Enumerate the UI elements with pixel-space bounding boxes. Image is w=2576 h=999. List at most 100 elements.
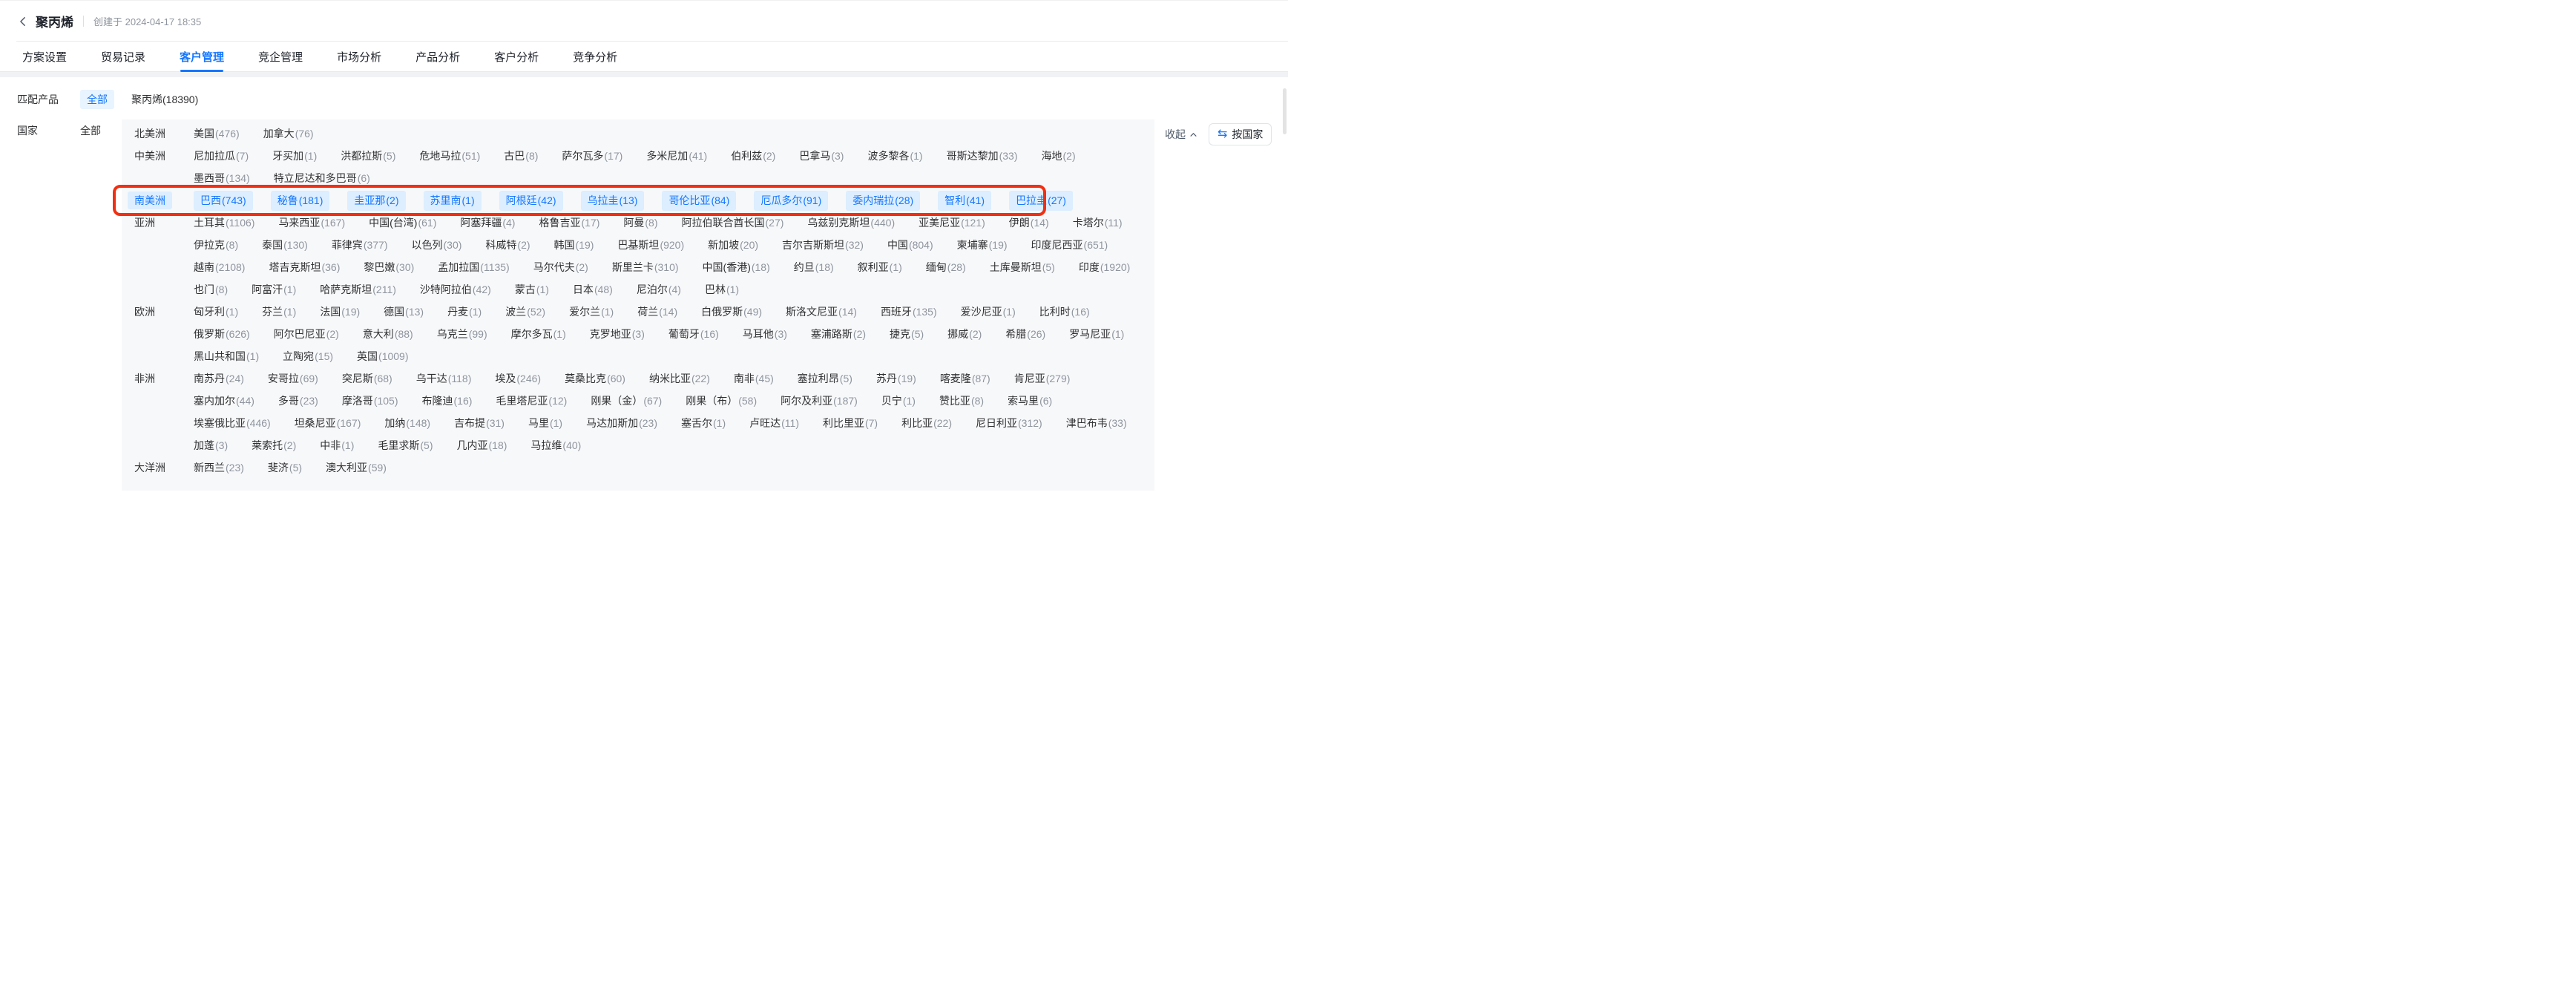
country-item[interactable]: 喀麦隆(87) bbox=[940, 371, 990, 386]
country-item[interactable]: 坦桑尼亚(167) bbox=[295, 416, 361, 430]
country-item[interactable]: 乌兹别克斯坦(440) bbox=[807, 215, 895, 230]
country-item[interactable]: 巴拿马(3) bbox=[799, 148, 844, 163]
country-item[interactable]: 阿拉伯联合酋长国(27) bbox=[682, 215, 784, 230]
country-item[interactable]: 南非(45) bbox=[734, 371, 774, 386]
back-button[interactable] bbox=[18, 16, 28, 27]
country-item[interactable]: 韩国(19) bbox=[554, 238, 594, 252]
country-item[interactable]: 约旦(18) bbox=[794, 260, 834, 275]
country-item[interactable]: 波多黎各(1) bbox=[867, 148, 922, 163]
country-item[interactable]: 摩尔多瓦(1) bbox=[511, 327, 566, 341]
country-item[interactable]: 菲律宾(377) bbox=[332, 238, 388, 252]
country-item[interactable]: 牙买加(1) bbox=[272, 148, 317, 163]
country-item[interactable]: 沙特阿拉伯(42) bbox=[420, 282, 491, 297]
country-item[interactable]: 格鲁吉亚(17) bbox=[539, 215, 599, 230]
country-item[interactable]: 海地(2) bbox=[1042, 148, 1076, 163]
country-item[interactable]: 布隆迪(16) bbox=[422, 393, 473, 408]
country-item[interactable]: 塞拉利昂(5) bbox=[798, 371, 852, 386]
country-item[interactable]: 斐济(5) bbox=[268, 460, 302, 475]
country-item[interactable]: 巴西(743) bbox=[194, 191, 253, 211]
country-item[interactable]: 俄罗斯(626) bbox=[194, 327, 250, 341]
country-item[interactable]: 土库曼斯坦(5) bbox=[990, 260, 1055, 275]
country-item[interactable]: 津巴布韦(33) bbox=[1066, 416, 1127, 430]
country-item[interactable]: 越南(2108) bbox=[194, 260, 245, 275]
country-item[interactable]: 伊拉克(8) bbox=[194, 238, 238, 252]
country-item[interactable]: 几内亚(18) bbox=[457, 438, 507, 453]
country-item[interactable]: 蒙古(1) bbox=[515, 282, 549, 297]
country-item[interactable]: 加蓬(3) bbox=[194, 438, 228, 453]
country-item[interactable]: 泰国(130) bbox=[262, 238, 308, 252]
country-item[interactable]: 利比亚(22) bbox=[901, 416, 952, 430]
by-country-button[interactable]: ⇆ 按国家 bbox=[1209, 123, 1272, 145]
country-item[interactable]: 希腊(26) bbox=[1005, 327, 1045, 341]
country-item[interactable]: 智利(41) bbox=[938, 191, 991, 211]
country-item[interactable]: 印度(1920) bbox=[1079, 260, 1130, 275]
continent-label[interactable]: 北美洲 bbox=[134, 128, 165, 140]
country-item[interactable]: 厄瓜多尔(91) bbox=[754, 191, 828, 211]
country-item[interactable]: 委内瑞拉(28) bbox=[846, 191, 920, 211]
collapse-button[interactable]: 收起 bbox=[1165, 127, 1197, 142]
country-item[interactable]: 秘鲁(181) bbox=[271, 191, 330, 211]
tab[interactable]: 市场分析 bbox=[337, 42, 381, 72]
country-item[interactable]: 斯洛文尼亚(14) bbox=[786, 304, 857, 319]
country-item[interactable]: 尼加拉瓜(7) bbox=[194, 148, 249, 163]
country-item[interactable]: 叙利亚(1) bbox=[858, 260, 902, 275]
country-item[interactable]: 捷克(5) bbox=[890, 327, 924, 341]
product-value[interactable]: 聚丙烯(18390) bbox=[131, 92, 198, 107]
continent-label[interactable]: 南美洲 bbox=[128, 191, 172, 209]
country-all-option[interactable]: 全部 bbox=[80, 119, 122, 142]
country-item[interactable]: 吉尔吉斯斯坦(32) bbox=[782, 238, 864, 252]
country-item[interactable]: 西班牙(135) bbox=[881, 304, 937, 319]
tab[interactable]: 竞企管理 bbox=[258, 42, 303, 72]
country-item[interactable]: 萨尔瓦多(17) bbox=[562, 148, 622, 163]
country-item[interactable]: 法国(19) bbox=[320, 304, 360, 319]
country-item[interactable]: 马耳他(3) bbox=[743, 327, 787, 341]
country-item[interactable]: 尼日利亚(312) bbox=[976, 416, 1042, 430]
country-item[interactable]: 突尼斯(68) bbox=[342, 371, 392, 386]
country-item[interactable]: 特立尼达和多巴哥(6) bbox=[274, 171, 370, 186]
country-item[interactable]: 阿尔巴尼亚(2) bbox=[274, 327, 339, 341]
country-item[interactable]: 丹麦(1) bbox=[447, 304, 482, 319]
continent-label[interactable]: 大洋洲 bbox=[134, 462, 165, 474]
tab[interactable]: 客户管理 bbox=[180, 42, 224, 72]
country-item[interactable]: 澳大利亚(59) bbox=[326, 460, 387, 475]
country-item[interactable]: 巴拉圭(27) bbox=[1009, 191, 1073, 211]
country-item[interactable]: 莱索托(2) bbox=[252, 438, 296, 453]
tab[interactable]: 贸易记录 bbox=[101, 42, 145, 72]
country-item[interactable]: 赞比亚(8) bbox=[939, 393, 984, 408]
continent-label[interactable]: 非洲 bbox=[134, 373, 155, 384]
country-item[interactable]: 柬埔寨(19) bbox=[957, 238, 1008, 252]
country-item[interactable]: 亚美尼亚(121) bbox=[919, 215, 985, 230]
country-item[interactable]: 洪都拉斯(5) bbox=[341, 148, 395, 163]
country-item[interactable]: 科威特(2) bbox=[485, 238, 530, 252]
country-item[interactable]: 巴林(1) bbox=[705, 282, 739, 297]
country-item[interactable]: 马尔代夫(2) bbox=[533, 260, 588, 275]
country-item[interactable]: 南苏丹(24) bbox=[194, 371, 244, 386]
country-item[interactable]: 加纳(148) bbox=[384, 416, 430, 430]
country-item[interactable]: 荷兰(14) bbox=[637, 304, 677, 319]
country-item[interactable]: 安哥拉(69) bbox=[268, 371, 318, 386]
country-item[interactable]: 墨西哥(134) bbox=[194, 171, 250, 186]
country-item[interactable]: 莫桑比克(60) bbox=[565, 371, 625, 386]
country-item[interactable]: 圭亚那(2) bbox=[347, 191, 405, 211]
country-item[interactable]: 阿富汗(1) bbox=[252, 282, 296, 297]
country-item[interactable]: 加拿大(76) bbox=[263, 126, 314, 141]
country-item[interactable]: 马拉维(40) bbox=[530, 438, 581, 453]
scrollbar-thumb[interactable] bbox=[1283, 88, 1287, 134]
country-item[interactable]: 哥伦比亚(84) bbox=[662, 191, 736, 211]
country-item[interactable]: 中国(台湾)(61) bbox=[369, 215, 436, 230]
country-item[interactable]: 阿塞拜疆(4) bbox=[460, 215, 515, 230]
continent-label[interactable]: 中美洲 bbox=[134, 150, 165, 162]
country-item[interactable]: 波兰(52) bbox=[505, 304, 545, 319]
tab[interactable]: 方案设置 bbox=[22, 42, 67, 72]
country-item[interactable]: 摩洛哥(105) bbox=[342, 393, 398, 408]
country-item[interactable]: 以色列(30) bbox=[412, 238, 462, 252]
country-item[interactable]: 尼泊尔(4) bbox=[637, 282, 681, 297]
tab[interactable]: 产品分析 bbox=[415, 42, 460, 72]
country-item[interactable]: 塞浦路斯(2) bbox=[811, 327, 866, 341]
country-item[interactable]: 哥斯达黎加(33) bbox=[947, 148, 1018, 163]
product-all-chip[interactable]: 全部 bbox=[80, 90, 114, 109]
country-item[interactable]: 马来西亚(167) bbox=[278, 215, 345, 230]
country-item[interactable]: 挪威(2) bbox=[947, 327, 982, 341]
country-item[interactable]: 吉布提(31) bbox=[454, 416, 505, 430]
country-item[interactable]: 白俄罗斯(49) bbox=[701, 304, 762, 319]
